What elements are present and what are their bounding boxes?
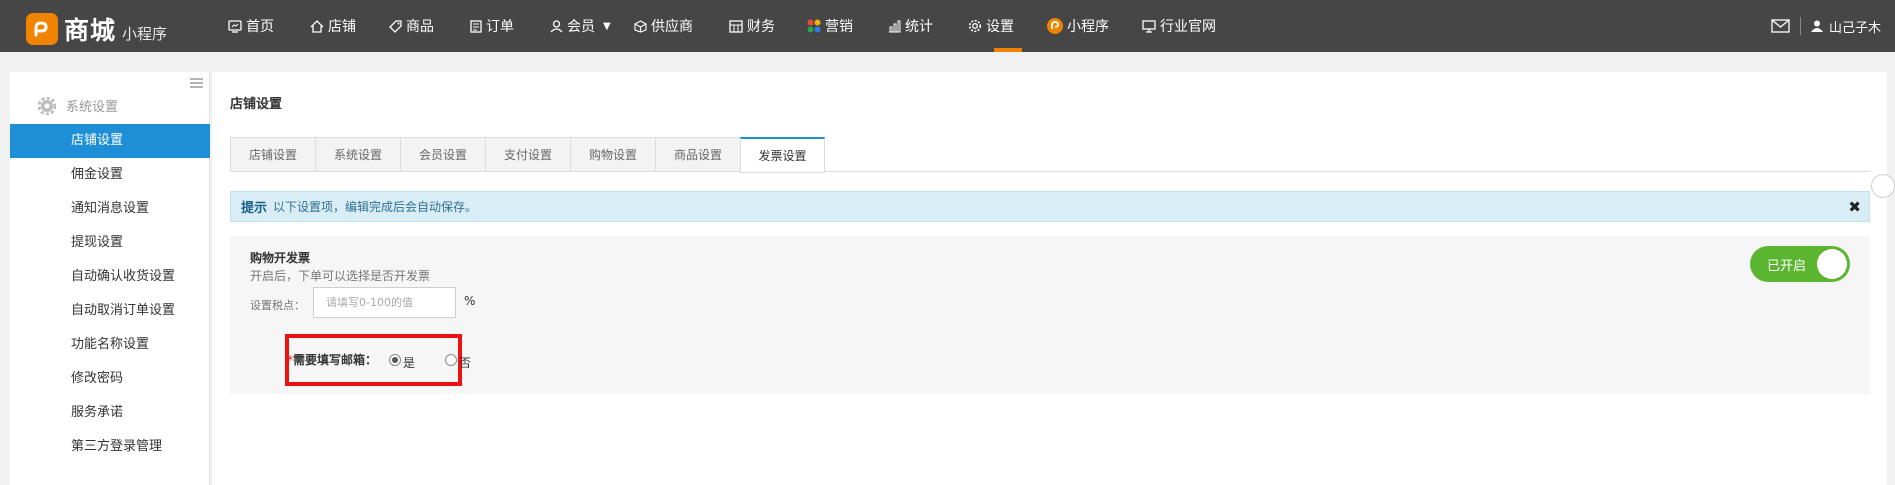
nav-shop[interactable]: 店铺 <box>310 0 389 52</box>
email-required-yes-label[interactable]: 是 <box>403 354 415 371</box>
nav-statistics[interactable]: 统计 <box>888 0 968 52</box>
tax-rate-unit: % <box>464 294 476 308</box>
email-required-yes-radio[interactable] <box>389 353 402 366</box>
mini-program-icon <box>1047 18 1063 34</box>
nav-home[interactable]: 首页 <box>228 0 310 52</box>
sidebar-section-title: 系统设置 <box>38 96 118 115</box>
colorful-grid-icon <box>807 19 821 33</box>
gear-icon <box>968 19 982 33</box>
nav-mini-program[interactable]: 小程序 <box>1047 0 1142 52</box>
nav-suppliers[interactable]: 供应商 <box>634 0 729 52</box>
bar-chart-icon <box>889 20 901 32</box>
tab-invoice-settings[interactable]: 发票设置 <box>740 137 825 173</box>
calculator-icon <box>729 19 743 33</box>
nav-finance[interactable]: 财务 <box>729 0 807 52</box>
sidebar-item-withdraw-settings[interactable]: 提现设置 <box>10 226 210 260</box>
sidebar-item-service-promise[interactable]: 服务承诺 <box>10 396 210 430</box>
invoice-enable-toggle[interactable]: 已开启 <box>1750 246 1850 282</box>
invoice-settings-panel: 购物开发票 开启后，下单可以选择是否开发票 设置税点： % * 需要填写邮箱： … <box>230 236 1870 394</box>
user-icon <box>1810 20 1823 32</box>
nav-industry-site[interactable]: 行业官网 <box>1142 0 1237 52</box>
user-icon <box>550 19 563 32</box>
nav-marketing[interactable]: 营销 <box>807 0 888 52</box>
sidebar-item-auto-cancel-order[interactable]: 自动取消订单设置 <box>10 294 210 328</box>
notice-title: 提示 <box>241 201 268 216</box>
sidebar: 系统设置 店铺设置 佣金设置 通知消息设置 提现设置 自动确认收货设置 自动取消… <box>10 72 210 485</box>
tab-shopping-settings[interactable]: 购物设置 <box>570 137 655 172</box>
page-title: 店铺设置 <box>230 97 283 112</box>
info-notice: 提示 以下设置项，编辑完成后会自动保存。 ✖ <box>230 191 1870 222</box>
sidebar-item-notification-settings[interactable]: 通知消息设置 <box>10 192 210 226</box>
settings-tabs: 店铺设置 系统设置 会员设置 支付设置 购物设置 商品设置 发票设置 <box>230 137 1870 173</box>
sidebar-item-commission-settings[interactable]: 佣金设置 <box>10 158 210 192</box>
tab-system-settings[interactable]: 系统设置 <box>315 137 400 172</box>
chevron-down-icon: ▼ <box>603 20 611 32</box>
toggle-knob <box>1817 249 1847 279</box>
user-area: 山己子木 <box>1771 0 1881 52</box>
divider <box>1799 17 1801 35</box>
tab-member-settings[interactable]: 会员设置 <box>400 137 485 172</box>
home-frame-icon <box>228 19 242 33</box>
invoice-setting-description: 开启后，下单可以选择是否开发票 <box>250 269 431 283</box>
nav-settings[interactable]: 设置 <box>968 0 1047 52</box>
main-nav: 首页 店铺 商品 订单 会员 ▼ 供应商 财务 营销 统计 设置 小程序 行业官… <box>228 0 1237 52</box>
tag-icon <box>389 19 402 33</box>
brand-subtitle: 小程序 <box>122 24 168 43</box>
sidebar-item-third-party-login[interactable]: 第三方登录管理 <box>10 430 210 464</box>
brand-name: 商城 <box>64 16 117 45</box>
tax-rate-label: 设置税点： <box>250 299 305 312</box>
sidebar-item-auto-confirm-receipt[interactable]: 自动确认收货设置 <box>10 260 210 294</box>
tax-rate-input[interactable] <box>313 287 456 318</box>
email-required-row: * 需要填写邮箱： 是 否 <box>287 348 471 371</box>
nav-orders[interactable]: 订单 <box>470 0 550 52</box>
notice-text: 以下设置项，编辑完成后会自动保存。 <box>273 200 478 214</box>
monitor-icon <box>1142 19 1156 33</box>
gear-icon <box>38 96 56 115</box>
side-panel-handle[interactable] <box>1871 174 1895 198</box>
user-name[interactable]: 山己子木 <box>1829 17 1881 36</box>
sidebar-item-change-password[interactable]: 修改密码 <box>10 362 210 396</box>
invoice-setting-title: 购物开发票 <box>250 251 311 265</box>
close-icon[interactable]: ✖ <box>1848 198 1861 216</box>
logo-icon <box>26 13 58 45</box>
email-required-no-radio[interactable] <box>445 353 458 366</box>
main-content: 店铺设置 店铺设置 系统设置 会员设置 支付设置 购物设置 商品设置 发票设置 … <box>212 72 1895 485</box>
cube-icon <box>634 19 647 33</box>
sidebar-item-feature-names[interactable]: 功能名称设置 <box>10 328 210 362</box>
top-navbar: 商城 小程序 首页 店铺 商品 订单 会员 ▼ 供应商 财务 营销 统计 设置 … <box>0 0 1895 52</box>
sidebar-item-shop-settings[interactable]: 店铺设置 <box>10 124 210 158</box>
toggle-label: 已开启 <box>1767 259 1807 274</box>
sidebar-menu: 店铺设置 佣金设置 通知消息设置 提现设置 自动确认收货设置 自动取消订单设置 … <box>10 124 210 464</box>
tab-product-settings[interactable]: 商品设置 <box>655 137 740 172</box>
email-required-label: 需要填写邮箱： <box>293 353 378 367</box>
document-icon <box>470 19 482 33</box>
mail-icon[interactable] <box>1771 19 1790 33</box>
email-required-no-label[interactable]: 否 <box>459 354 471 371</box>
tab-shop-settings[interactable]: 店铺设置 <box>230 137 315 172</box>
nav-members[interactable]: 会员 ▼ <box>550 0 634 52</box>
logo[interactable]: 商城 小程序 <box>26 11 167 47</box>
tab-payment-settings[interactable]: 支付设置 <box>485 137 570 172</box>
house-icon <box>310 19 324 33</box>
radio-selected-dot <box>392 356 399 363</box>
nav-products[interactable]: 商品 <box>389 0 470 52</box>
menu-collapse-icon[interactable] <box>190 78 203 88</box>
